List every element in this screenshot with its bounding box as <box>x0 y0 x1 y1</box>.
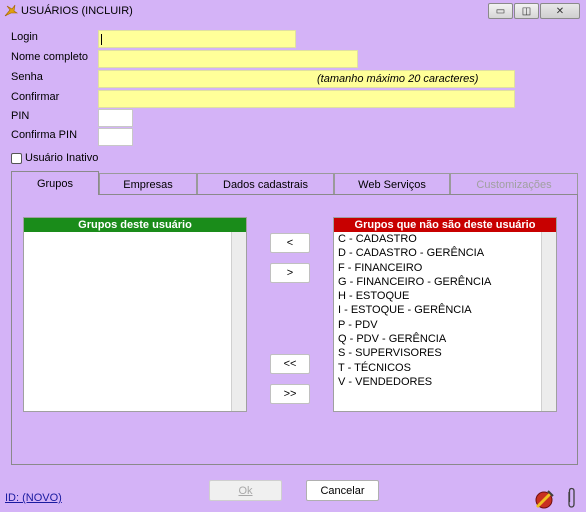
list-item[interactable]: D - CADASTRO - GERÊNCIA <box>334 246 541 260</box>
close-button[interactable]: ✕ <box>540 3 580 19</box>
inactive-label: Usuário Inativo <box>25 152 99 164</box>
member-groups-header: Grupos deste usuário <box>24 218 246 232</box>
nonmember-groups-list[interactable]: Grupos que não são deste usuário C - CAD… <box>333 217 557 412</box>
paperclip-icon[interactable] <box>565 487 577 509</box>
pin-input[interactable] <box>98 109 133 127</box>
inactive-checkbox[interactable] <box>11 152 22 164</box>
restore-button[interactable]: ◫ <box>514 3 539 19</box>
confirm-password-input[interactable] <box>98 90 515 108</box>
nonmember-scrollbar[interactable] <box>541 232 556 411</box>
tab-web-servicos[interactable]: Web Serviços <box>334 173 450 195</box>
nonmember-groups-header: Grupos que não são deste usuário <box>334 218 556 232</box>
member-scrollbar[interactable] <box>231 232 246 411</box>
tools-icon[interactable] <box>533 488 555 510</box>
tab-grupos[interactable]: Grupos <box>11 171 99 195</box>
list-item[interactable]: T - TÉCNICOS <box>334 361 541 375</box>
restore-icon: ◫ <box>521 5 532 17</box>
list-item[interactable]: S - SUPERVISORES <box>334 346 541 360</box>
minimize-icon: ▭ <box>495 5 506 17</box>
login-input[interactable] <box>98 30 296 48</box>
list-item[interactable]: Q - PDV - GERÊNCIA <box>334 332 541 346</box>
list-item[interactable]: C - CADASTRO <box>334 232 541 246</box>
title-bar: USUÁRIOS (INCLUIR) ▭ ◫ ✕ <box>0 0 586 22</box>
list-item[interactable]: G - FINANCEIRO - GERÊNCIA <box>334 275 541 289</box>
pin-label: PIN <box>11 110 30 122</box>
member-groups-list[interactable]: Grupos deste usuário <box>23 217 247 412</box>
list-item[interactable]: P - PDV <box>334 318 541 332</box>
list-item[interactable]: V - VENDEDORES <box>334 375 541 389</box>
app-wing-icon <box>4 4 18 17</box>
minimize-button[interactable]: ▭ <box>488 3 513 19</box>
login-label: Login <box>11 31 38 43</box>
fullname-input[interactable] <box>98 50 358 68</box>
move-all-left-button[interactable]: << <box>270 354 310 374</box>
confirm-label: Confirmar <box>11 91 60 103</box>
tab-dados-cadastrais[interactable]: Dados cadastrais <box>197 173 334 195</box>
tab-customizacoes: Customizações <box>450 173 578 195</box>
move-all-right-button[interactable]: >> <box>270 384 310 404</box>
record-id-link[interactable]: ID: (NOVO) <box>5 492 62 504</box>
fullname-label: Nome completo <box>11 51 89 63</box>
cancel-button[interactable]: Cancelar <box>306 480 379 501</box>
move-left-button[interactable]: < <box>270 233 310 253</box>
text-caret <box>101 34 102 45</box>
move-right-button[interactable]: > <box>270 263 310 283</box>
nonmember-groups-body[interactable]: C - CADASTRO D - CADASTRO - GERÊNCIA F - F… <box>334 232 541 411</box>
list-item[interactable]: I - ESTOQUE - GERÊNCIA <box>334 303 541 317</box>
list-item[interactable]: H - ESTOQUE <box>334 289 541 303</box>
window-title: USUÁRIOS (INCLUIR) <box>21 5 133 17</box>
password-label: Senha <box>11 71 43 83</box>
member-groups-body[interactable] <box>24 232 231 411</box>
tab-empresas[interactable]: Empresas <box>99 173 197 195</box>
confirm-pin-input[interactable] <box>98 128 133 146</box>
ok-button[interactable]: Ok <box>209 480 282 501</box>
close-icon: ✕ <box>555 5 565 17</box>
list-item[interactable]: F - FINANCEIRO <box>334 261 541 275</box>
confirm-pin-label: Confirma PIN <box>11 129 78 141</box>
inactive-checkbox-row[interactable]: Usuário Inativo <box>11 152 98 164</box>
password-hint: (tamanho máximo 20 caracteres) <box>317 73 479 85</box>
